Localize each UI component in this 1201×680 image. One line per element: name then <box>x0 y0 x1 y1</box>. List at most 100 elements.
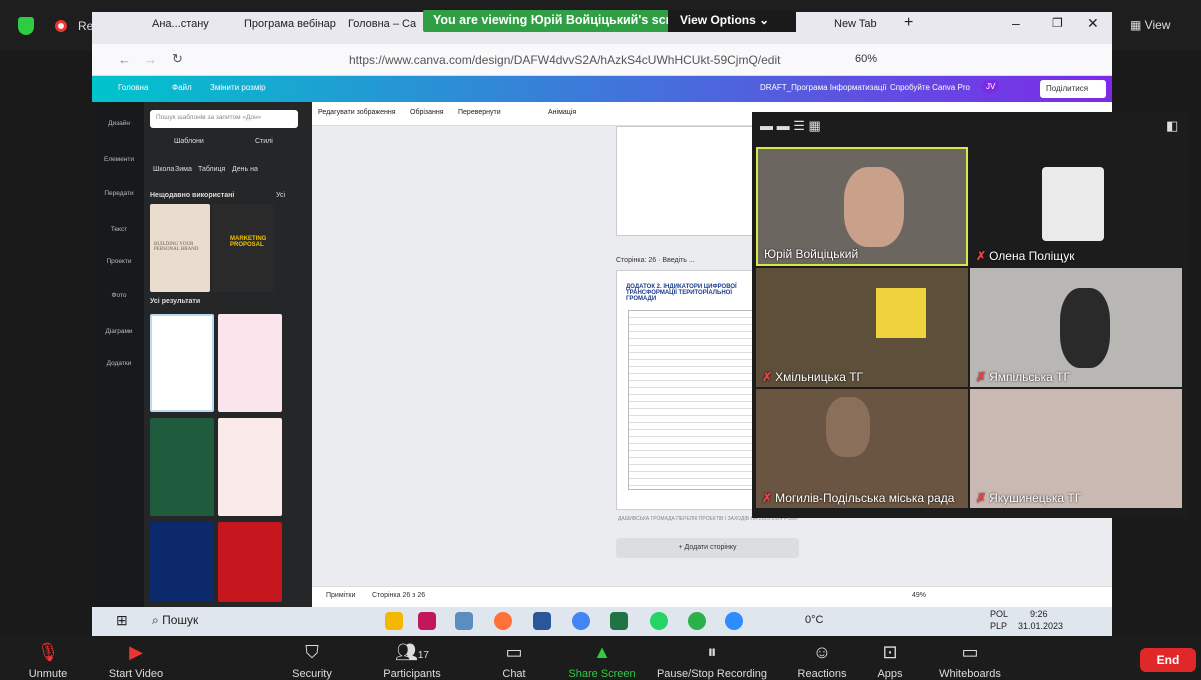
crop-button[interactable]: Обрізання <box>410 109 444 116</box>
excel-icon[interactable] <box>610 612 628 630</box>
video-off-icon[interactable]: ▶ <box>129 642 143 663</box>
chip[interactable]: День на <box>232 166 258 173</box>
whatsapp-icon[interactable] <box>650 612 668 630</box>
template-thumbnail[interactable] <box>218 418 282 516</box>
template-thumbnail[interactable] <box>150 522 214 602</box>
rail-item-apps[interactable]: Додатки <box>104 360 134 367</box>
animation-button[interactable]: Анімація <box>548 109 576 116</box>
end-meeting-button[interactable]: End <box>1140 648 1196 672</box>
view-options-button[interactable]: View Options ⌄ <box>668 10 796 32</box>
rail-item-projects[interactable]: Проекти <box>104 258 134 265</box>
edit-image-button[interactable]: Редагувати зображення <box>318 109 396 116</box>
new-tab-icon[interactable]: + <box>904 14 913 32</box>
whiteboards-icon[interactable]: ▭ <box>961 642 978 663</box>
security-icon[interactable]: ⛉ <box>305 642 319 663</box>
rail-item-charts[interactable]: Діаграми <box>104 328 134 335</box>
minimize-icon[interactable]: – <box>1012 15 1020 31</box>
tab-styles[interactable]: Стилі <box>255 138 273 145</box>
rail-item-upload[interactable]: Передати <box>104 190 134 197</box>
canvas-zoom[interactable]: 49% <box>912 592 926 599</box>
pause-recording-icon[interactable]: ⏸ <box>708 642 717 663</box>
page-zoom[interactable]: 60% <box>855 53 877 65</box>
exit-fullscreen-icon[interactable]: ◧ <box>1166 118 1178 134</box>
app-icon[interactable] <box>455 612 473 630</box>
template-thumbnail[interactable] <box>218 522 282 602</box>
whiteboards-button[interactable]: Whiteboards <box>939 668 1001 680</box>
firefox-icon[interactable] <box>494 612 512 630</box>
video-tile[interactable]: ✗ Ямпільська ТГ <box>970 268 1182 387</box>
url-field[interactable]: https://www.canva.com/design/DAFW4dvvS2A… <box>349 53 780 67</box>
rail-item-elements[interactable]: Елементи <box>104 156 134 163</box>
app-icon[interactable] <box>688 612 706 630</box>
security-button[interactable]: Security <box>292 668 332 680</box>
taskbar-search[interactable]: ⌕ Пошук <box>152 613 198 628</box>
template-thumbnail[interactable] <box>218 314 282 412</box>
weather-widget[interactable]: 0°C <box>805 614 823 626</box>
try-pro-button[interactable]: Спробуйте Canva Pro <box>890 83 970 92</box>
windows-start-icon[interactable]: ⊞ <box>116 612 128 629</box>
reload-icon[interactable]: ↻ <box>172 51 183 67</box>
rail-item-design[interactable]: Дизайн <box>104 120 134 127</box>
notes-button[interactable]: Примітки <box>326 592 355 599</box>
share-button[interactable]: Поділитися <box>1040 80 1106 98</box>
chip[interactable]: Таблиця <box>198 166 225 173</box>
back-icon[interactable]: ← <box>118 52 131 67</box>
apps-button[interactable]: Apps <box>877 668 902 680</box>
file-menu[interactable]: Файл <box>172 83 192 92</box>
see-all-link[interactable]: Усі <box>276 192 285 199</box>
layout-indicator[interactable]: PLP <box>990 621 1007 631</box>
video-tile[interactable]: ✗ Могилів-Подільська міська рада <box>756 389 968 508</box>
chrome-icon[interactable] <box>572 612 590 630</box>
flip-button[interactable]: Перевернути <box>458 109 501 116</box>
participants-icon[interactable]: 👥︎17 <box>395 642 429 663</box>
browser-tab[interactable]: Головна – Ca <box>348 18 416 30</box>
document-page[interactable] <box>616 126 766 236</box>
template-thumbnail[interactable]: MARKETING PROPOSAL <box>212 204 274 292</box>
word-icon[interactable] <box>533 612 551 630</box>
chat-icon[interactable]: ▭ <box>505 642 522 663</box>
video-tile-active[interactable]: Юрій Войціцький <box>756 147 968 266</box>
start-video-button[interactable]: Start Video <box>109 668 163 680</box>
page-count[interactable]: Сторінка 26 з 26 <box>372 592 425 599</box>
tab-templates[interactable]: Шаблони <box>174 138 204 145</box>
browser-tab[interactable]: Ана...стану <box>152 18 209 30</box>
restore-icon[interactable]: ❐ <box>1052 16 1063 30</box>
doc-title[interactable]: DRAFT_Програма Інформатизації <box>760 83 886 92</box>
template-thumbnail[interactable]: BUILDING YOUR PERSONAL BRAND <box>150 204 210 292</box>
video-tile[interactable]: ✗ Олена Поліщук <box>970 147 1182 266</box>
chat-button[interactable]: Chat <box>502 668 525 680</box>
browser-tab[interactable]: Програма вебінар <box>244 18 336 30</box>
template-thumbnail[interactable] <box>150 314 214 412</box>
security-shield-icon[interactable] <box>18 17 34 35</box>
apps-icon[interactable]: ⊡ <box>882 642 897 663</box>
share-screen-icon[interactable]: ▲ <box>593 642 611 663</box>
chip[interactable]: Школа <box>153 166 174 173</box>
add-page-button[interactable]: + Додати сторінку <box>616 538 799 558</box>
gallery-minimize-icon[interactable]: ▬ ▬ ☰ ▦ <box>760 118 821 134</box>
template-thumbnail[interactable] <box>150 418 214 516</box>
unmute-button[interactable]: Unmute <box>29 668 68 680</box>
video-tile[interactable]: ✗ Якушинецька ТГ <box>970 389 1182 508</box>
participants-button[interactable]: Participants <box>383 668 440 680</box>
chip[interactable]: Зима <box>175 166 192 173</box>
mic-muted-icon[interactable]: 🎙︎ <box>37 642 60 663</box>
resize-button[interactable]: Змінити розмір <box>210 83 266 92</box>
file-explorer-icon[interactable] <box>385 612 403 630</box>
browser-tab[interactable]: New Tab <box>834 18 877 30</box>
share-screen-button[interactable]: Share Screen <box>568 668 635 680</box>
page-label[interactable]: Сторінка: 26 · Введіть ... <box>616 257 695 264</box>
language-indicator[interactable]: POL <box>990 609 1008 619</box>
rail-item-text[interactable]: Текст <box>104 226 134 233</box>
clock-time[interactable]: 9:26 <box>1030 609 1048 619</box>
reactions-button[interactable]: Reactions <box>798 668 847 680</box>
clock-date[interactable]: 31.01.2023 <box>1018 621 1063 631</box>
forward-icon[interactable]: → <box>144 52 157 67</box>
pause-recording-button[interactable]: Pause/Stop Recording <box>657 668 767 680</box>
zoom-app-icon[interactable] <box>725 612 743 630</box>
close-icon[interactable]: ✕ <box>1087 15 1099 32</box>
reactions-icon[interactable]: ☺ <box>813 642 831 663</box>
app-icon[interactable] <box>418 612 436 630</box>
view-button[interactable]: ▦ View <box>1130 18 1170 32</box>
template-search-input[interactable]: Пошук шаблонів за запитом «Дон» <box>150 110 298 128</box>
video-tile[interactable]: ✗ Хмільницька ТГ <box>756 268 968 387</box>
